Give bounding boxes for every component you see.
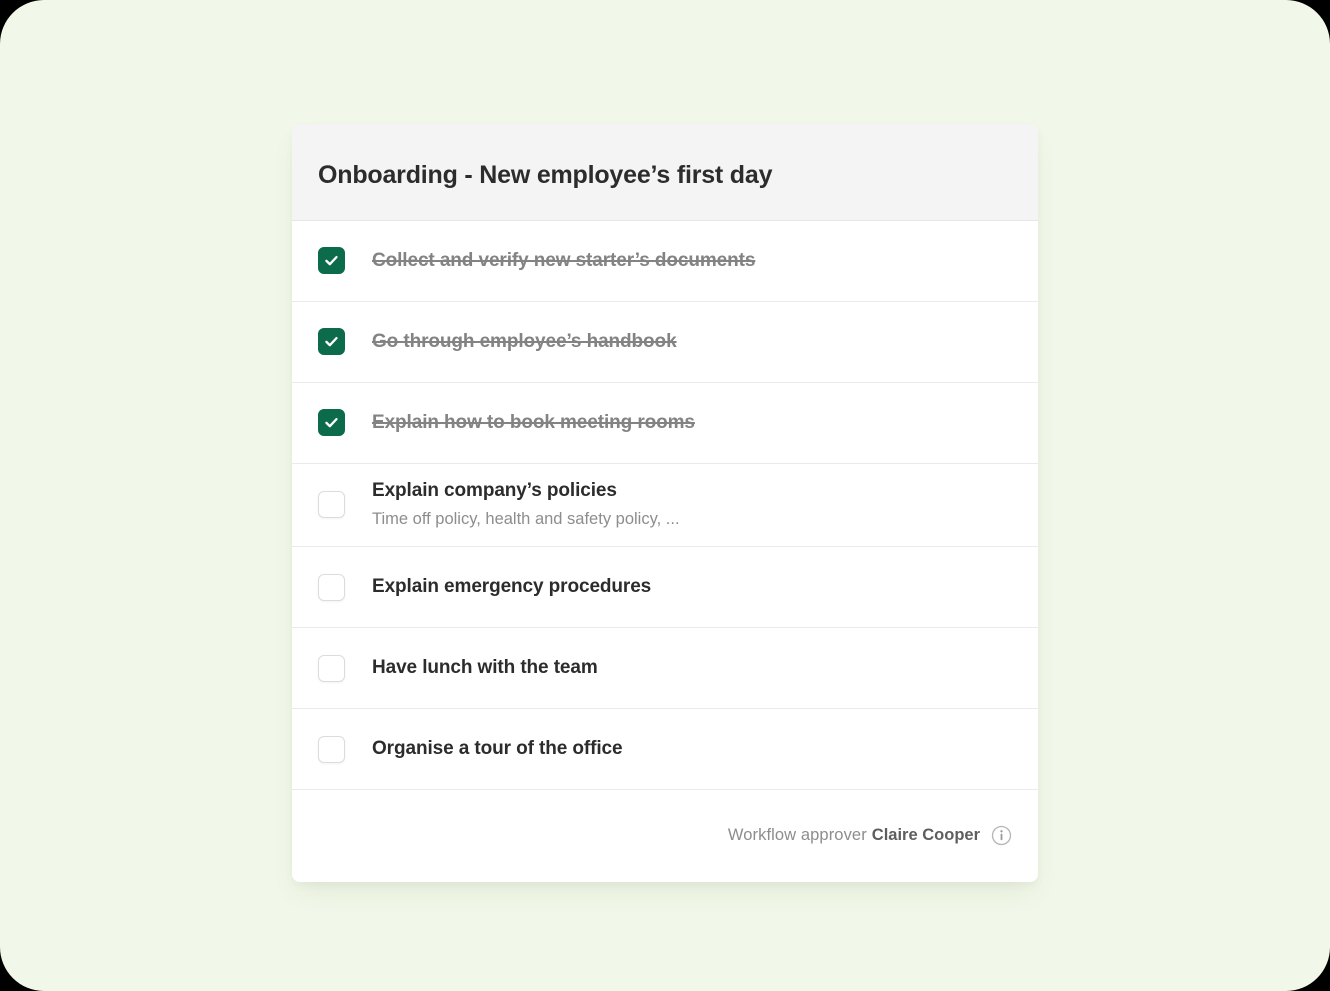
task-checkbox-cell[interactable] [318,547,372,627]
task-checkbox-cell[interactable] [318,628,372,708]
task-row[interactable]: Organise a tour of the office [292,709,1038,791]
workflow-approver-label: Workflow approver [727,825,867,844]
checkbox-checked-icon[interactable] [318,409,345,436]
task-row[interactable]: Explain company’s policies Time off polic… [292,463,1038,548]
task-title: Collect and verify new starter’s documen… [372,249,756,271]
card-footer: Workflow approver Claire Cooper [292,790,1038,883]
task-row[interactable]: Have lunch with the team [292,628,1038,710]
task-list: Collect and verify new starter’s documen… [292,220,1038,791]
checkbox-checked-icon[interactable] [318,247,345,274]
task-label-cell: Have lunch with the team [372,641,1012,695]
task-title: Organise a tour of the office [372,738,623,760]
task-label-cell: Go through employee’s handbook [372,315,1012,369]
task-checkbox-cell[interactable] [318,383,372,463]
card-header: Onboarding - New employee’s first day [292,124,1038,221]
task-row[interactable]: Explain how to book meeting rooms [292,382,1038,464]
task-title: Explain how to book meeting rooms [372,411,695,433]
checkbox-checked-icon[interactable] [318,328,345,355]
task-checkbox-cell[interactable] [318,709,372,789]
task-checkbox-cell[interactable] [318,302,372,382]
task-row[interactable]: Explain emergency procedures [292,547,1038,629]
task-title: Go through employee’s handbook [372,330,677,352]
task-label-cell: Explain how to book meeting rooms [372,396,1012,450]
page-title: Onboarding - New employee’s first day [318,161,773,189]
task-row[interactable]: Go through employee’s handbook [292,301,1038,383]
checkbox-unchecked-icon[interactable] [318,491,345,519]
task-label-cell: Collect and verify new starter’s documen… [372,234,1012,288]
task-label-cell: Explain emergency procedures [372,560,1012,614]
task-checkbox-cell[interactable] [318,464,372,547]
checklist-card: Onboarding - New employee’s first day Co… [292,124,1038,883]
checkbox-unchecked-icon[interactable] [318,573,345,601]
task-row[interactable]: Collect and verify new starter’s documen… [292,220,1038,302]
checkbox-unchecked-icon[interactable] [318,735,345,763]
task-subtitle: Time off policy, health and safety polic… [372,510,680,529]
task-label-cell: Explain company’s policies Time off polic… [372,464,1012,547]
task-checkbox-cell[interactable] [318,221,372,301]
page-canvas: Onboarding - New employee’s first day Co… [0,0,1330,991]
task-title: Have lunch with the team [372,657,598,679]
info-circle-icon[interactable] [991,825,1012,846]
workflow-approver-name: Claire Cooper [871,825,980,844]
task-label-cell: Organise a tour of the office [372,722,1012,776]
task-title: Explain emergency procedures [372,576,652,598]
task-title: Explain company’s policies [372,479,617,501]
checkbox-unchecked-icon[interactable] [318,654,345,682]
